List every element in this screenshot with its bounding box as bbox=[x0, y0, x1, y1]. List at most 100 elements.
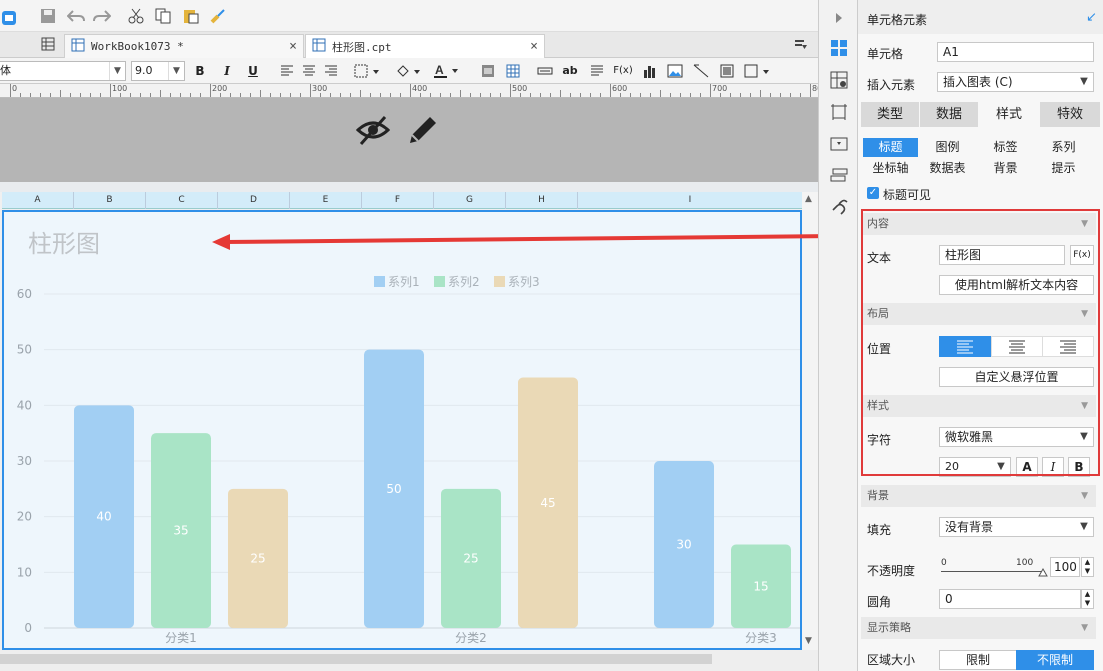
close-icon[interactable]: × bbox=[289, 39, 297, 54]
column-header-c[interactable]: C bbox=[146, 192, 218, 209]
save-icon[interactable] bbox=[38, 7, 58, 25]
align-center-icon[interactable] bbox=[299, 62, 319, 80]
collapse-arrow-icon[interactable] bbox=[829, 8, 849, 28]
dock-arrow-icon[interactable]: ↙ bbox=[1086, 10, 1097, 25]
cut-icon[interactable] bbox=[126, 7, 146, 25]
opacity-max: 100 bbox=[1016, 558, 1034, 568]
radius-stepper[interactable]: ▲ ▼ bbox=[1081, 589, 1094, 609]
bar-chart-icon[interactable] bbox=[640, 62, 660, 80]
scroll-up-icon[interactable]: ▲ bbox=[805, 194, 812, 204]
ruler-tick bbox=[150, 93, 151, 97]
column-header-f[interactable]: F bbox=[362, 192, 434, 209]
underline-button[interactable]: U bbox=[245, 62, 261, 80]
opacity-input[interactable]: 100 bbox=[1050, 557, 1080, 577]
tab-bar-chart[interactable]: 柱形图.cpt × bbox=[305, 34, 545, 58]
slash-icon[interactable] bbox=[691, 62, 711, 80]
copy-icon[interactable] bbox=[153, 7, 173, 25]
subtab-label[interactable]: 标签 bbox=[978, 138, 1033, 157]
column-header-i[interactable]: I bbox=[578, 192, 802, 209]
ruler-tick bbox=[490, 93, 491, 97]
paragraph-icon[interactable] bbox=[587, 62, 607, 80]
area-limit-button[interactable]: 限制 bbox=[939, 650, 1017, 670]
insert-element-select[interactable]: 插入图表 (C) ▼ bbox=[937, 72, 1094, 92]
column-header-d[interactable]: D bbox=[218, 192, 290, 209]
link-icon[interactable] bbox=[829, 198, 849, 218]
italic-button[interactable]: I bbox=[219, 62, 235, 80]
title-visible-checkbox[interactable]: ✓ bbox=[867, 187, 879, 199]
chart-cell[interactable]: 柱形图 0 10 20 30 40 50 60 系列1 系列2 系列3 40 35 25 分类1 50 25 45… bbox=[2, 210, 802, 650]
align-left-icon[interactable] bbox=[277, 62, 297, 80]
undo-icon[interactable] bbox=[66, 7, 86, 25]
font-family-select[interactable]: 体 ▼ bbox=[0, 61, 126, 81]
section-background-header[interactable]: 背景 ▼ bbox=[861, 485, 1096, 507]
tab-menu-icon[interactable] bbox=[791, 36, 811, 54]
redo-icon[interactable] bbox=[92, 7, 112, 25]
ruler-tick bbox=[250, 93, 251, 97]
cell-attribute-icon[interactable] bbox=[829, 70, 849, 90]
ruler-tick bbox=[280, 93, 281, 97]
table-icon[interactable] bbox=[503, 62, 523, 80]
condition-icon[interactable] bbox=[829, 166, 849, 186]
scroll-thumb[interactable] bbox=[0, 654, 712, 664]
font-size-select[interactable]: 9.0 ▼ bbox=[131, 61, 185, 81]
subtab-tooltip[interactable]: 提示 bbox=[1036, 159, 1091, 178]
tab-effects[interactable]: 特效 bbox=[1040, 102, 1100, 127]
widget-icon[interactable] bbox=[829, 134, 849, 154]
column-header-h[interactable]: H bbox=[506, 192, 578, 209]
tab-workbook[interactable]: WorkBook1073 * × bbox=[64, 34, 304, 58]
radius-input[interactable]: 0 bbox=[939, 589, 1081, 609]
formula-button[interactable]: F(x) bbox=[612, 62, 634, 80]
subtab-legend[interactable]: 图例 bbox=[920, 138, 975, 157]
image-icon[interactable] bbox=[665, 62, 685, 80]
tab-type[interactable]: 类型 bbox=[861, 102, 919, 127]
font-color-icon[interactable]: A bbox=[431, 62, 461, 80]
opacity-stepper[interactable]: ▲ ▼ bbox=[1081, 557, 1094, 577]
section-display-header[interactable]: 显示策略 ▼ bbox=[861, 617, 1096, 639]
subtab-series[interactable]: 系列 bbox=[1036, 138, 1091, 157]
tab-style[interactable]: 样式 bbox=[979, 102, 1039, 127]
close-icon[interactable]: × bbox=[530, 39, 538, 54]
format-painter-icon[interactable] bbox=[208, 7, 228, 25]
insert-element-label: 插入元素 bbox=[867, 78, 916, 92]
horizontal-scrollbar[interactable] bbox=[0, 650, 818, 671]
opacity-slider-track[interactable] bbox=[941, 571, 1045, 572]
border-icon[interactable] bbox=[352, 62, 382, 80]
column-header-b[interactable]: B bbox=[74, 192, 146, 209]
bold-button[interactable]: B bbox=[192, 62, 208, 80]
eye-hidden-icon[interactable] bbox=[355, 114, 391, 149]
column-header: A B C D E F G H I bbox=[2, 192, 802, 209]
scroll-down-icon[interactable]: ▼ bbox=[805, 636, 812, 646]
text-button[interactable]: ab bbox=[560, 62, 580, 80]
font-family-value: 体 bbox=[0, 64, 11, 77]
cell-input[interactable]: A1 bbox=[937, 42, 1094, 62]
subtab-title[interactable]: 标题 bbox=[863, 138, 918, 157]
column-header-a[interactable]: A bbox=[2, 192, 74, 209]
subtab-datasheet[interactable]: 数据表 bbox=[920, 159, 975, 178]
fill-select[interactable]: 没有背景 ▼ bbox=[939, 517, 1094, 537]
fill-color-icon[interactable] bbox=[393, 62, 423, 80]
opacity-slider-handle[interactable] bbox=[1038, 566, 1048, 580]
ruler-label: 300 bbox=[312, 84, 328, 93]
subtab-axis[interactable]: 坐标轴 bbox=[863, 159, 918, 178]
cell-element-icon[interactable] bbox=[829, 38, 849, 58]
textbox-icon[interactable] bbox=[535, 62, 555, 80]
area-unlimited-button[interactable]: 不限制 bbox=[1016, 650, 1094, 670]
grid-view-icon[interactable] bbox=[38, 35, 58, 53]
align-right-icon[interactable] bbox=[321, 62, 341, 80]
ruler-tick bbox=[300, 93, 301, 97]
paste-icon[interactable] bbox=[181, 7, 201, 25]
app-logo-icon[interactable] bbox=[0, 8, 16, 32]
merge-cells-icon[interactable] bbox=[478, 62, 498, 80]
edit-pencil-icon[interactable] bbox=[406, 113, 440, 150]
subtab-background[interactable]: 背景 bbox=[978, 159, 1033, 178]
ruler-label: 700 bbox=[712, 84, 728, 93]
vertical-scrollbar[interactable]: ▲ ▼ bbox=[802, 192, 818, 650]
data-label: 45 bbox=[540, 496, 555, 510]
frame-icon[interactable] bbox=[829, 102, 849, 122]
workbook-icon bbox=[71, 38, 85, 55]
tab-data[interactable]: 数据 bbox=[920, 102, 978, 127]
column-header-e[interactable]: E bbox=[290, 192, 362, 209]
subreport-icon[interactable] bbox=[717, 62, 737, 80]
column-header-g[interactable]: G bbox=[434, 192, 506, 209]
shape-icon[interactable] bbox=[743, 62, 771, 80]
